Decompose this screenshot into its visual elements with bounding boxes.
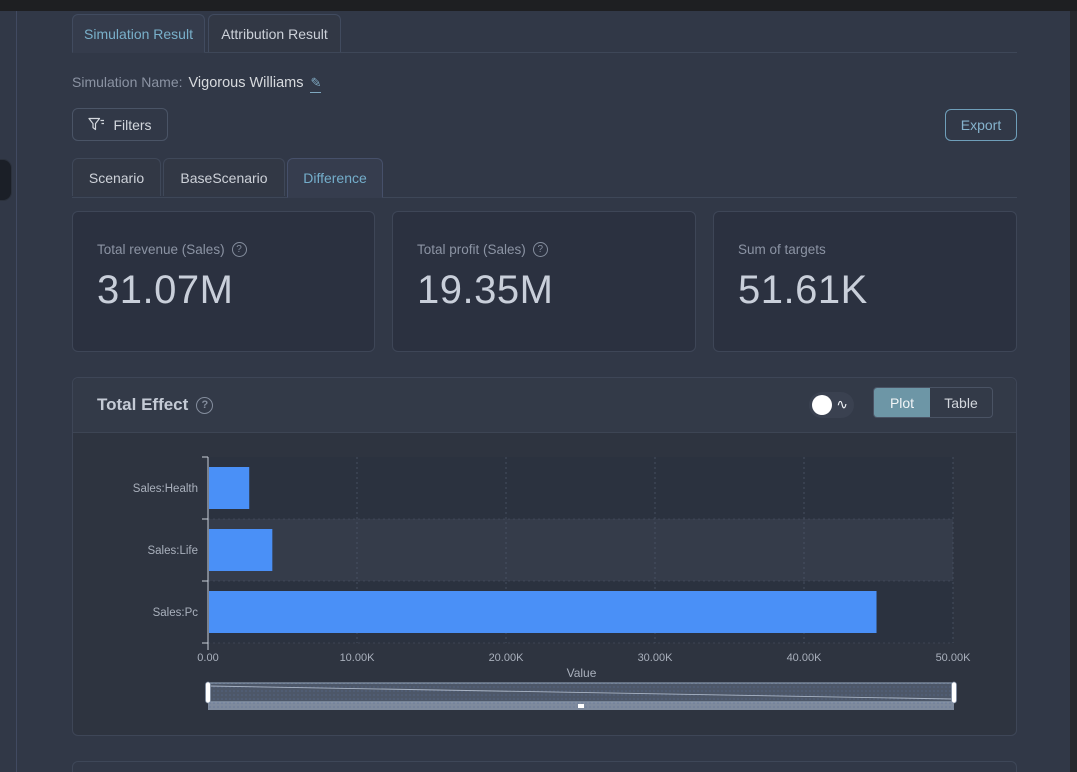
x-tick-label: 40.00K — [787, 652, 823, 664]
help-icon[interactable]: ? — [533, 242, 548, 257]
plot-mode-toggle[interactable]: ∿ — [809, 392, 854, 418]
wave-icon: ∿ — [836, 396, 848, 413]
stat-label-text: Sum of targets — [738, 242, 826, 257]
help-icon[interactable]: ? — [196, 397, 213, 414]
subtabbar-divider — [72, 197, 1017, 198]
chart-band — [208, 519, 953, 581]
window-top-bar — [0, 0, 1077, 11]
tab-label: Simulation Result — [84, 26, 193, 42]
export-label: Export — [961, 117, 1001, 133]
filters-button[interactable]: Filters — [72, 108, 168, 141]
x-tick-label: 0.00 — [197, 652, 218, 664]
x-tick-label: 20.00K — [489, 652, 525, 664]
chart-band — [208, 457, 953, 519]
total-effect-chart: Sales:Health Sales:Life Sales:Pc 0.00 10.00K… — [73, 434, 1016, 736]
datazoom-grip[interactable] — [578, 704, 584, 708]
table-view-button[interactable]: Table — [930, 388, 992, 417]
stat-label-text: Total revenue (Sales) — [97, 242, 225, 257]
total-effect-title: Total Effect ? — [97, 395, 213, 415]
stat-value: 19.35M — [417, 268, 553, 313]
bar-Sales:Health[interactable] — [209, 467, 249, 509]
stat-label-text: Total profit (Sales) — [417, 242, 526, 257]
scrollbar-track[interactable] — [1070, 11, 1077, 772]
total-effect-panel: Total Effect ? ∿ Plot Table Sales:Health… — [72, 377, 1017, 736]
filter-icon — [88, 117, 105, 132]
tab-attribution-result[interactable]: Attribution Result — [208, 14, 341, 52]
simulation-name-value: Vigorous Williams — [189, 75, 304, 91]
bar-Sales:Life[interactable] — [209, 529, 272, 571]
simulation-name-label: Simulation Name: — [72, 74, 183, 90]
next-section-panel — [72, 761, 1017, 772]
subtab-label: Difference — [303, 170, 367, 186]
view-switcher: Plot Table — [873, 387, 993, 418]
stat-label: Total profit (Sales) ? — [417, 242, 548, 257]
y-tick-label: Sales:Life — [147, 545, 198, 557]
x-tick-label: 30.00K — [638, 652, 674, 664]
x-tick-label: 50.00K — [936, 652, 972, 664]
stat-card-total-profit: Total profit (Sales) ? 19.35M — [392, 211, 696, 352]
edit-icon[interactable]: ✎ — [310, 75, 321, 93]
tab-simulation-result[interactable]: Simulation Result — [72, 14, 205, 53]
subtab-basescenario[interactable]: BaseScenario — [163, 158, 285, 196]
plot-view-button[interactable]: Plot — [874, 388, 930, 417]
content-left-divider — [16, 11, 17, 772]
bar-chart-svg: Sales:Health Sales:Life Sales:Pc 0.00 10.00K… — [73, 434, 1016, 736]
x-tick-label: 10.00K — [340, 652, 376, 664]
stat-value: 51.61K — [738, 268, 868, 313]
total-effect-title-text: Total Effect — [97, 395, 188, 415]
stat-value: 31.07M — [97, 268, 233, 313]
total-effect-header: Total Effect ? ∿ Plot Table — [73, 378, 1016, 433]
export-button[interactable]: Export — [945, 109, 1017, 141]
datazoom-handle-right[interactable] — [952, 682, 957, 703]
simulation-name-row: Simulation Name: Vigorous Williams ✎ — [72, 74, 321, 93]
sidebar-collapse-handle[interactable] — [0, 159, 12, 201]
subtab-difference[interactable]: Difference — [287, 158, 383, 198]
datazoom-handle-left[interactable] — [206, 682, 211, 703]
x-axis-label: Value — [567, 666, 597, 680]
subtab-scenario[interactable]: Scenario — [72, 158, 161, 196]
stat-card-total-revenue: Total revenue (Sales) ? 31.07M — [72, 211, 375, 352]
stat-label: Total revenue (Sales) ? — [97, 242, 247, 257]
stat-label: Sum of targets — [738, 242, 826, 257]
stat-card-sum-of-targets: Sum of targets 51.61K — [713, 211, 1017, 352]
toggle-knob — [812, 395, 832, 415]
tabbar-divider — [72, 52, 1017, 53]
y-tick-label: Sales:Pc — [153, 607, 199, 619]
tab-label: Attribution Result — [221, 26, 328, 42]
y-tick-label: Sales:Health — [133, 483, 198, 495]
help-icon[interactable]: ? — [232, 242, 247, 257]
bar-Sales:Pc[interactable] — [209, 591, 877, 633]
subtab-label: Scenario — [89, 170, 144, 186]
subtab-label: BaseScenario — [180, 170, 267, 186]
filters-label: Filters — [113, 117, 151, 133]
